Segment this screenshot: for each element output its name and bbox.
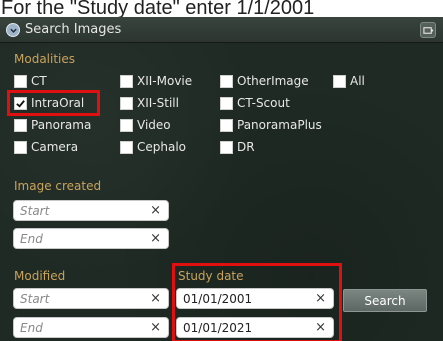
search-images-panel: Search Images Modalities CT XII-Movie Ot…: [0, 17, 443, 341]
modified-end-field[interactable]: ×: [13, 317, 169, 338]
checkbox-box-checked[interactable]: [14, 96, 27, 110]
checkbox-box[interactable]: [220, 140, 233, 154]
checkbox-box[interactable]: [120, 118, 133, 132]
clear-icon[interactable]: ×: [150, 231, 161, 246]
checkbox-box[interactable]: [120, 140, 133, 154]
checkbox-label: Camera: [31, 140, 79, 154]
checkbox-box[interactable]: [220, 96, 233, 110]
checkbox-label: XII-Still: [137, 96, 179, 110]
modified-end-input[interactable]: [14, 318, 168, 337]
clear-icon[interactable]: ×: [150, 320, 161, 335]
image-created-end-input[interactable]: [14, 229, 168, 248]
checkbox-panorama[interactable]: Panorama: [14, 118, 91, 132]
clear-icon[interactable]: ×: [150, 291, 161, 306]
checkbox-label: CT-Scout: [237, 96, 290, 110]
modalities-label: Modalities: [14, 52, 76, 66]
checkbox-ct[interactable]: CT: [14, 74, 47, 88]
modified-start-input[interactable]: [14, 289, 168, 308]
study-date-end-field[interactable]: ×: [176, 317, 334, 338]
checkbox-label: XII-Movie: [137, 74, 193, 88]
study-date-start-field[interactable]: ×: [176, 288, 334, 309]
checkbox-otherimage[interactable]: OtherImage: [220, 74, 309, 88]
panel-title: Search Images: [25, 22, 122, 37]
checkbox-label: Video: [137, 118, 171, 132]
image-created-label: Image created: [14, 179, 102, 193]
image-created-start-input[interactable]: [14, 201, 168, 220]
study-date-label: Study date: [178, 269, 244, 283]
checkbox-video[interactable]: Video: [120, 118, 171, 132]
clear-icon[interactable]: ×: [315, 291, 326, 306]
checkbox-label: All: [350, 74, 365, 88]
collapse-chevron-icon[interactable]: [6, 23, 20, 37]
study-date-end-input[interactable]: [177, 318, 333, 337]
checkbox-box[interactable]: [220, 74, 233, 88]
checkbox-box[interactable]: [120, 74, 133, 88]
checkbox-box[interactable]: [333, 74, 346, 88]
search-button[interactable]: Search: [343, 289, 427, 312]
checkbox-label: Cephalo: [137, 140, 187, 154]
checkbox-all[interactable]: All: [333, 74, 365, 88]
checkbox-dr[interactable]: DR: [220, 140, 255, 154]
checkbox-label: Panorama: [31, 118, 92, 132]
checkbox-cephalo[interactable]: Cephalo: [120, 140, 186, 154]
checkbox-label: CT: [31, 74, 47, 88]
pin-icon[interactable]: [420, 22, 436, 38]
modified-start-field[interactable]: ×: [13, 288, 169, 309]
checkbox-label: DR: [237, 140, 255, 154]
checkbox-xii-still[interactable]: XII-Still: [120, 96, 179, 110]
checkbox-intraoral[interactable]: IntraOral: [14, 96, 84, 110]
checkbox-box[interactable]: [14, 118, 27, 132]
panel-titlebar: Search Images: [0, 17, 443, 43]
study-date-start-input[interactable]: [177, 289, 333, 308]
checkbox-box[interactable]: [14, 140, 27, 154]
image-created-start-field[interactable]: ×: [13, 200, 169, 221]
image-created-end-field[interactable]: ×: [13, 228, 169, 249]
checkbox-label: PanoramaPlus: [237, 118, 322, 132]
checkbox-box[interactable]: [14, 74, 27, 88]
checkbox-panoramaplus[interactable]: PanoramaPlus: [220, 118, 322, 132]
checkbox-xii-movie[interactable]: XII-Movie: [120, 74, 192, 88]
checkbox-box[interactable]: [120, 96, 133, 110]
clear-icon[interactable]: ×: [315, 320, 326, 335]
checkmark-icon: [16, 99, 25, 108]
checkbox-camera[interactable]: Camera: [14, 140, 78, 154]
checkbox-label: OtherImage: [237, 74, 309, 88]
checkbox-box[interactable]: [220, 118, 233, 132]
checkbox-ct-scout[interactable]: CT-Scout: [220, 96, 290, 110]
modified-label: Modified: [14, 269, 66, 283]
checkbox-label: IntraOral: [31, 96, 85, 110]
clear-icon[interactable]: ×: [150, 203, 161, 218]
